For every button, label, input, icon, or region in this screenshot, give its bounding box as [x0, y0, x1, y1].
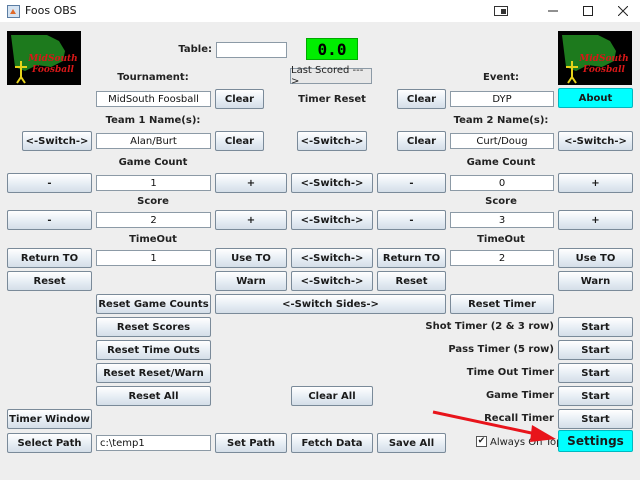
team1-input[interactable]: Alan/Burt	[96, 133, 211, 149]
warn-1-button[interactable]: Warn	[215, 271, 287, 291]
team1-switch-button[interactable]: <-Switch->	[22, 131, 92, 151]
reset-timer-button[interactable]: Reset Timer	[450, 294, 554, 314]
reset-1-button[interactable]: Reset	[7, 271, 92, 291]
close-icon	[618, 6, 628, 16]
score-label-1: Score	[137, 196, 169, 207]
reset-scores-button[interactable]: Reset Scores	[96, 317, 211, 337]
game-count-2-field[interactable]: 0	[450, 175, 554, 191]
midsouth-logo-left: MidSouth Foosball	[7, 31, 81, 85]
reset-warn-switch-button[interactable]: <-Switch->	[291, 271, 373, 291]
logo-line1: MidSouth	[27, 54, 77, 64]
select-path-button[interactable]: Select Path	[7, 433, 92, 453]
score-label-2: Score	[485, 196, 517, 207]
fetch-data-button[interactable]: Fetch Data	[291, 433, 373, 453]
check-mark-icon: ✔	[477, 436, 486, 446]
clear-team1-button[interactable]: Clear	[215, 131, 264, 151]
game-count-1-field[interactable]: 1	[96, 175, 211, 191]
team1-label: Team 1 Name(s):	[105, 115, 201, 126]
score-display: 0.0	[306, 38, 358, 60]
score-1-plus-button[interactable]: +	[215, 210, 287, 230]
shot-timer-label: Shot Timer (2 & 3 row)	[425, 321, 554, 332]
timeout-1-field[interactable]: 1	[96, 250, 211, 266]
event-input[interactable]: DYP	[450, 91, 554, 107]
table-input[interactable]	[216, 42, 287, 58]
use-to-2-button[interactable]: Use TO	[558, 248, 633, 268]
window-title: Foos OBS	[25, 4, 77, 17]
game-count-2-minus-button[interactable]: -	[377, 173, 446, 193]
save-all-button[interactable]: Save All	[377, 433, 446, 453]
timeout-label-1: TimeOut	[129, 234, 177, 245]
title-bar: Foos OBS	[0, 0, 640, 22]
path-input[interactable]: c:\temp1	[96, 435, 211, 451]
score-switch-button[interactable]: <-Switch->	[291, 210, 373, 230]
clear-event-button[interactable]: Clear	[397, 89, 446, 109]
recall-timer-label: Recall Timer	[484, 413, 554, 424]
switch-sides-button[interactable]: <-Switch Sides->	[215, 294, 446, 314]
event-label: Event:	[482, 72, 520, 83]
score-2-plus-button[interactable]: +	[558, 210, 633, 230]
about-button[interactable]: About	[558, 88, 633, 108]
return-to-2-button[interactable]: Return TO	[377, 248, 446, 268]
score-2-minus-button[interactable]: -	[377, 210, 446, 230]
reset-reset-warn-button[interactable]: Reset Reset/Warn	[96, 363, 211, 383]
score-1-minus-button[interactable]: -	[7, 210, 92, 230]
game-count-label-2: Game Count	[466, 157, 536, 168]
game-timer-label: Game Timer	[485, 390, 554, 401]
timeout-switch-button[interactable]: <-Switch->	[291, 248, 373, 268]
timeout-2-field[interactable]: 2	[450, 250, 554, 266]
last-scored-indicator: Last Scored --->	[290, 65, 372, 87]
recall-timer-start-button[interactable]: Start	[558, 409, 633, 429]
maximize-button[interactable]	[571, 0, 605, 22]
score-2-field[interactable]: 3	[450, 212, 554, 228]
always-on-top-label: Always On Top	[490, 437, 563, 448]
pass-timer-label: Pass Timer (5 row)	[448, 344, 554, 355]
timeout-label-2: TimeOut	[477, 234, 525, 245]
team2-input[interactable]: Curt/Doug	[450, 133, 554, 149]
game-count-switch-button[interactable]: <-Switch->	[291, 173, 373, 193]
score-1-field[interactable]: 2	[96, 212, 211, 228]
team2-label: Team 2 Name(s):	[453, 115, 549, 126]
table-label: Table:	[178, 44, 212, 55]
game-count-2-plus-button[interactable]: +	[558, 173, 633, 193]
clear-team2-button[interactable]: Clear	[397, 131, 446, 151]
settings-button[interactable]: Settings	[558, 430, 633, 452]
app-icon	[7, 5, 20, 18]
timer-window-button[interactable]: Timer Window	[7, 409, 92, 429]
pass-timer-start-button[interactable]: Start	[558, 340, 633, 360]
warn-2-button[interactable]: Warn	[558, 271, 633, 291]
return-to-1-button[interactable]: Return TO	[7, 248, 92, 268]
reset-all-button[interactable]: Reset All	[96, 386, 211, 406]
logo-line2: Foosball	[31, 65, 75, 75]
use-to-1-button[interactable]: Use TO	[215, 248, 287, 268]
timeout-timer-start-button[interactable]: Start	[558, 363, 633, 383]
game-count-1-minus-button[interactable]: -	[7, 173, 92, 193]
tournament-label: Tournament:	[117, 72, 189, 83]
reset-game-counts-button[interactable]: Reset Game Counts	[96, 294, 211, 314]
snap-icon[interactable]	[494, 6, 508, 16]
timer-reset-label: Timer Reset	[298, 94, 366, 105]
clear-tournament-button[interactable]: Clear	[215, 89, 264, 109]
reset-time-outs-button[interactable]: Reset Time Outs	[96, 340, 211, 360]
shot-timer-start-button[interactable]: Start	[558, 317, 633, 337]
clear-all-button[interactable]: Clear All	[291, 386, 373, 406]
always-on-top-checkbox[interactable]: ✔	[476, 436, 487, 447]
close-button[interactable]	[606, 0, 640, 22]
minimize-icon	[548, 10, 558, 12]
reset-2-button[interactable]: Reset	[377, 271, 446, 291]
game-count-label-1: Game Count	[118, 157, 188, 168]
game-timer-start-button[interactable]: Start	[558, 386, 633, 406]
minimize-button[interactable]	[536, 0, 570, 22]
timeout-timer-label: Time Out Timer	[466, 367, 554, 378]
team2-switch-button[interactable]: <-Switch->	[558, 131, 633, 151]
set-path-button[interactable]: Set Path	[215, 433, 287, 453]
logo-line2: Foosball	[582, 65, 626, 75]
logo-line1: MidSouth	[578, 54, 628, 64]
game-count-1-plus-button[interactable]: +	[215, 173, 287, 193]
midsouth-logo-right: MidSouth Foosball	[558, 31, 632, 85]
tournament-input[interactable]: MidSouth Foosball	[96, 91, 211, 107]
switch-names-button[interactable]: <-Switch->	[297, 131, 367, 151]
maximize-icon	[583, 6, 593, 16]
